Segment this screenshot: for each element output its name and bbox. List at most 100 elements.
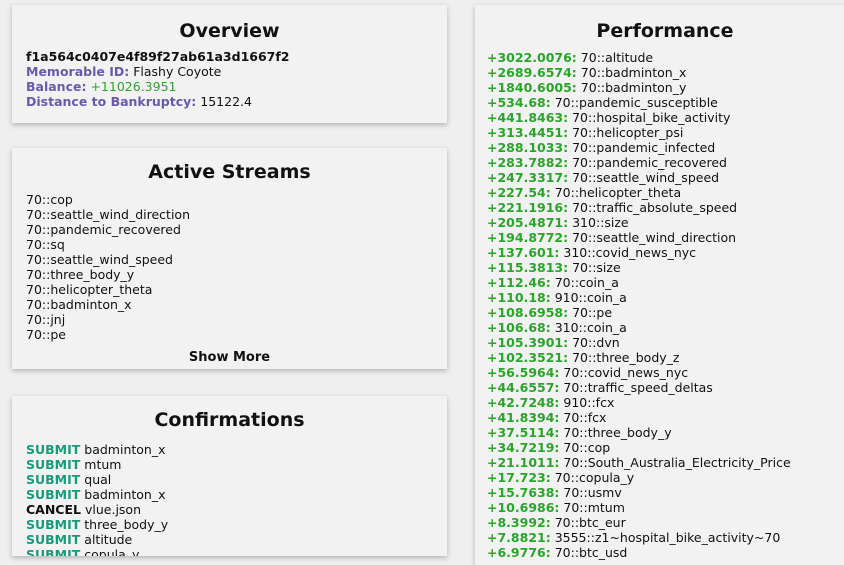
memorable-id-label: Memorable ID: xyxy=(26,64,130,79)
performance-row: +441.8463: 70::hospital_bike_activity xyxy=(487,110,843,125)
performance-row: +108.6958: 70::pe xyxy=(487,305,843,320)
performance-delta: +313.4451: xyxy=(487,125,569,140)
confirmation-target: three_body_y xyxy=(84,517,169,532)
performance-delta: +534.68: xyxy=(487,95,551,110)
performance-stream-name: 310::covid_news_nyc xyxy=(563,245,697,260)
performance-stream-name: 70::helicopter_psi xyxy=(572,125,684,140)
stream-item: 70::jnj xyxy=(26,312,66,327)
performance-stream-name: 70::coin_a xyxy=(554,275,619,290)
performance-row: +15.7638: 70::usmv xyxy=(487,485,843,500)
bankruptcy-value: 15122.4 xyxy=(200,94,252,109)
confirmation-action: SUBMIT xyxy=(26,547,81,556)
performance-row: +102.3521: 70::three_body_z xyxy=(487,350,843,365)
performance-stream-name: 70::altitude xyxy=(580,50,654,65)
performance-row: +106.68: 310::coin_a xyxy=(487,320,843,335)
performance-stream-name: 70::pe xyxy=(572,305,613,320)
active-streams-card: Active Streams 70::cop 70::seattle_wind_d… xyxy=(12,148,447,369)
performance-row: +1840.6005: 70::badminton_y xyxy=(487,80,843,95)
performance-stream-name: 70::pandemic_susceptible xyxy=(554,95,718,110)
confirmation-action: SUBMIT xyxy=(26,532,81,547)
performance-delta: +137.601: xyxy=(487,245,560,260)
confirmation-target: badminton_x xyxy=(84,487,166,502)
confirmation-action: SUBMIT xyxy=(26,487,81,502)
performance-stream-name: 70::hospital_bike_activity xyxy=(572,110,731,125)
confirmation-action: SUBMIT xyxy=(26,457,81,472)
streams-list: 70::cop 70::seattle_wind_direction 70::pan… xyxy=(26,192,433,342)
performance-stream-name: 70::pandemic_infected xyxy=(572,140,716,155)
performance-row: +3022.0076: 70::altitude xyxy=(487,50,843,65)
performance-delta: +102.3521: xyxy=(487,350,569,365)
performance-delta: +441.8463: xyxy=(487,110,569,125)
performance-stream-name: 70::mtum xyxy=(563,500,625,515)
confirmations-list: SUBMIT badminton_x SUBMIT mtum SUBMIT qual… xyxy=(26,442,433,556)
performance-delta: +221.1916: xyxy=(487,200,569,215)
performance-row: +21.1011: 70::South_Australia_Electricit… xyxy=(487,455,843,470)
performance-delta: +3022.0076: xyxy=(487,50,577,65)
overview-card: Overview f1a564c0407e4f89f27ab61a3d1667f… xyxy=(12,5,447,123)
memorable-id-row: Memorable ID: Flashy Coyote xyxy=(26,64,433,79)
confirmation-target: mtum xyxy=(84,457,122,472)
performance-list: +3022.0076: 70::altitude +2689.6574: 70::… xyxy=(487,50,843,560)
confirmation-action: SUBMIT xyxy=(26,517,81,532)
performance-delta: +205.4871: xyxy=(487,215,569,230)
active-streams-title: Active Streams xyxy=(148,161,311,183)
stream-item: 70::seattle_wind_speed xyxy=(26,252,173,267)
balance-value: +11026.3951 xyxy=(90,79,177,94)
performance-row: +7.8821: 3555::z1~hospital_bike_activity… xyxy=(487,530,843,545)
confirmation-row: SUBMIT copula_y xyxy=(26,547,433,556)
performance-row: +42.7248: 910::fcx xyxy=(487,395,843,410)
performance-row: +110.18: 910::coin_a xyxy=(487,290,843,305)
performance-stream-name: 70::three_body_z xyxy=(572,350,680,365)
performance-delta: +37.5114: xyxy=(487,425,560,440)
performance-delta: +44.6557: xyxy=(487,380,560,395)
confirmation-target: vlue.json xyxy=(84,502,141,517)
performance-stream-name: 70::btc_usd xyxy=(554,545,628,560)
performance-stream-name: 70::size xyxy=(572,260,621,275)
performance-row: +137.601: 310::covid_news_nyc xyxy=(487,245,843,260)
show-more-button[interactable]: Show More xyxy=(26,350,433,365)
performance-delta: +112.46: xyxy=(487,275,551,290)
performance-stream-name: 70::South_Australia_Electricity_Price xyxy=(563,455,791,470)
performance-stream-name: 910::fcx xyxy=(563,395,615,410)
performance-row: +115.3813: 70::size xyxy=(487,260,843,275)
performance-row: +41.8394: 70::fcx xyxy=(487,410,843,425)
confirmation-action: SUBMIT xyxy=(26,472,81,487)
performance-stream-name: 70::traffic_absolute_speed xyxy=(572,200,738,215)
bankruptcy-row: Distance to Bankruptcy: 15122.4 xyxy=(26,94,433,109)
performance-stream-name: 70::fcx xyxy=(563,410,607,425)
performance-stream-name: 3555::z1~hospital_bike_activity~70 xyxy=(554,530,781,545)
performance-delta: +115.3813: xyxy=(487,260,569,275)
performance-stream-name: 70::three_body_y xyxy=(563,425,672,440)
performance-stream-name: 70::dvn xyxy=(572,335,620,350)
stream-item: 70::badminton_x xyxy=(26,297,132,312)
performance-delta: +110.18: xyxy=(487,290,551,305)
performance-stream-name: 70::seattle_wind_speed xyxy=(572,170,720,185)
stream-item: 70::pe xyxy=(26,327,66,342)
balance-label: Balance: xyxy=(26,79,87,94)
performance-delta: +108.6958: xyxy=(487,305,569,320)
performance-delta: +17.723: xyxy=(487,470,551,485)
performance-row: +247.3317: 70::seattle_wind_speed xyxy=(487,170,843,185)
performance-row: +56.5964: 70::covid_news_nyc xyxy=(487,365,843,380)
performance-stream-name: 70::traffic_speed_deltas xyxy=(563,380,713,395)
performance-delta: +34.7219: xyxy=(487,440,560,455)
performance-delta: +105.3901: xyxy=(487,335,569,350)
performance-row: +283.7882: 70::pandemic_recovered xyxy=(487,155,843,170)
performance-card: Performance +3022.0076: 70::altitude +268… xyxy=(475,5,844,565)
performance-row: +2689.6574: 70::badminton_x xyxy=(487,65,843,80)
performance-row: +34.7219: 70::cop xyxy=(487,440,843,455)
performance-row: +534.68: 70::pandemic_susceptible xyxy=(487,95,843,110)
performance-delta: +283.7882: xyxy=(487,155,569,170)
performance-stream-name: 310::size xyxy=(572,215,629,230)
performance-delta: +15.7638: xyxy=(487,485,560,500)
stream-item: 70::pandemic_recovered xyxy=(26,222,181,237)
confirmation-action: CANCEL xyxy=(26,502,81,517)
performance-delta: +56.5964: xyxy=(487,365,560,380)
performance-row: +221.1916: 70::traffic_absolute_speed xyxy=(487,200,843,215)
performance-delta: +2689.6574: xyxy=(487,65,577,80)
performance-row: +194.8772: 70::seattle_wind_direction xyxy=(487,230,843,245)
performance-row: +6.9776: 70::btc_usd xyxy=(487,545,843,560)
performance-row: +44.6557: 70::traffic_speed_deltas xyxy=(487,380,843,395)
performance-stream-name: 70::covid_news_nyc xyxy=(563,365,689,380)
account-hash: f1a564c0407e4f89f27ab61a3d1667f2 xyxy=(26,49,290,64)
